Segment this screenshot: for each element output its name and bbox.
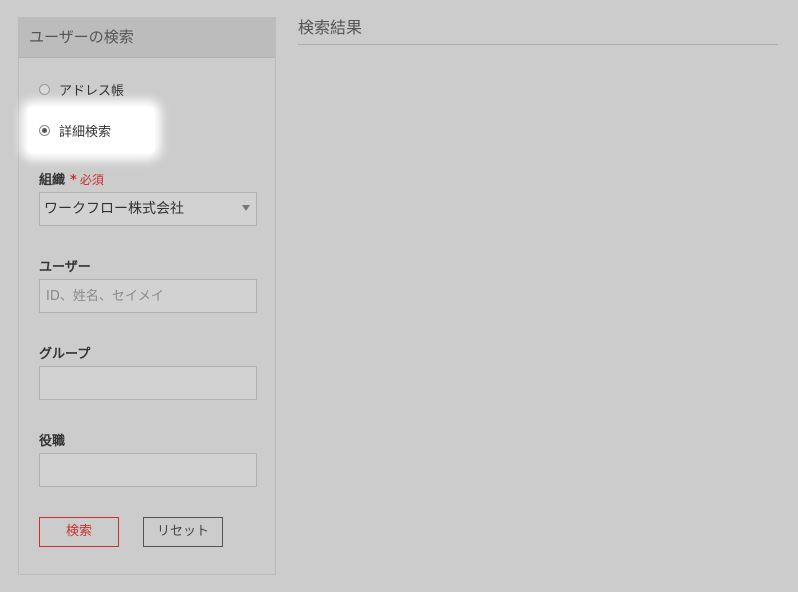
organization-select[interactable]: ワークフロー株式会社 bbox=[39, 192, 257, 226]
search-button[interactable]: 検索 bbox=[39, 517, 119, 547]
group-label: グループ bbox=[39, 347, 91, 362]
radio-address-book-indicator[interactable] bbox=[39, 84, 50, 95]
search-panel: ユーザーの検索 アドレス帳 詳細検索 組織 * 必須 ワークフロー株式会社 ユーザー… bbox=[18, 17, 276, 575]
results-title: 検索結果 bbox=[298, 18, 363, 37]
group-input[interactable] bbox=[39, 366, 257, 400]
required-mark: * bbox=[70, 173, 77, 188]
reset-button[interactable]: リセット bbox=[143, 517, 223, 547]
search-panel-title: ユーザーの検索 bbox=[19, 18, 275, 58]
radio-advanced-search-label: 詳細検索 bbox=[59, 125, 112, 140]
organization-label: 組織 * 必須 bbox=[39, 169, 104, 188]
position-label: 役職 bbox=[39, 434, 66, 449]
radio-advanced-search[interactable]: 詳細検索 bbox=[39, 121, 111, 140]
radio-address-book[interactable]: アドレス帳 bbox=[39, 80, 124, 99]
results-divider bbox=[298, 44, 778, 45]
position-input[interactable] bbox=[39, 453, 257, 487]
user-label: ユーザー bbox=[39, 260, 91, 275]
organization-select-value: ワークフロー株式会社 bbox=[44, 201, 184, 217]
required-text: 必須 bbox=[79, 173, 104, 187]
user-input[interactable] bbox=[39, 279, 257, 313]
organization-label-text: 組織 bbox=[39, 173, 66, 188]
radio-advanced-search-indicator[interactable] bbox=[39, 125, 50, 136]
chevron-down-icon bbox=[242, 205, 250, 211]
radio-address-book-label: アドレス帳 bbox=[59, 84, 125, 99]
